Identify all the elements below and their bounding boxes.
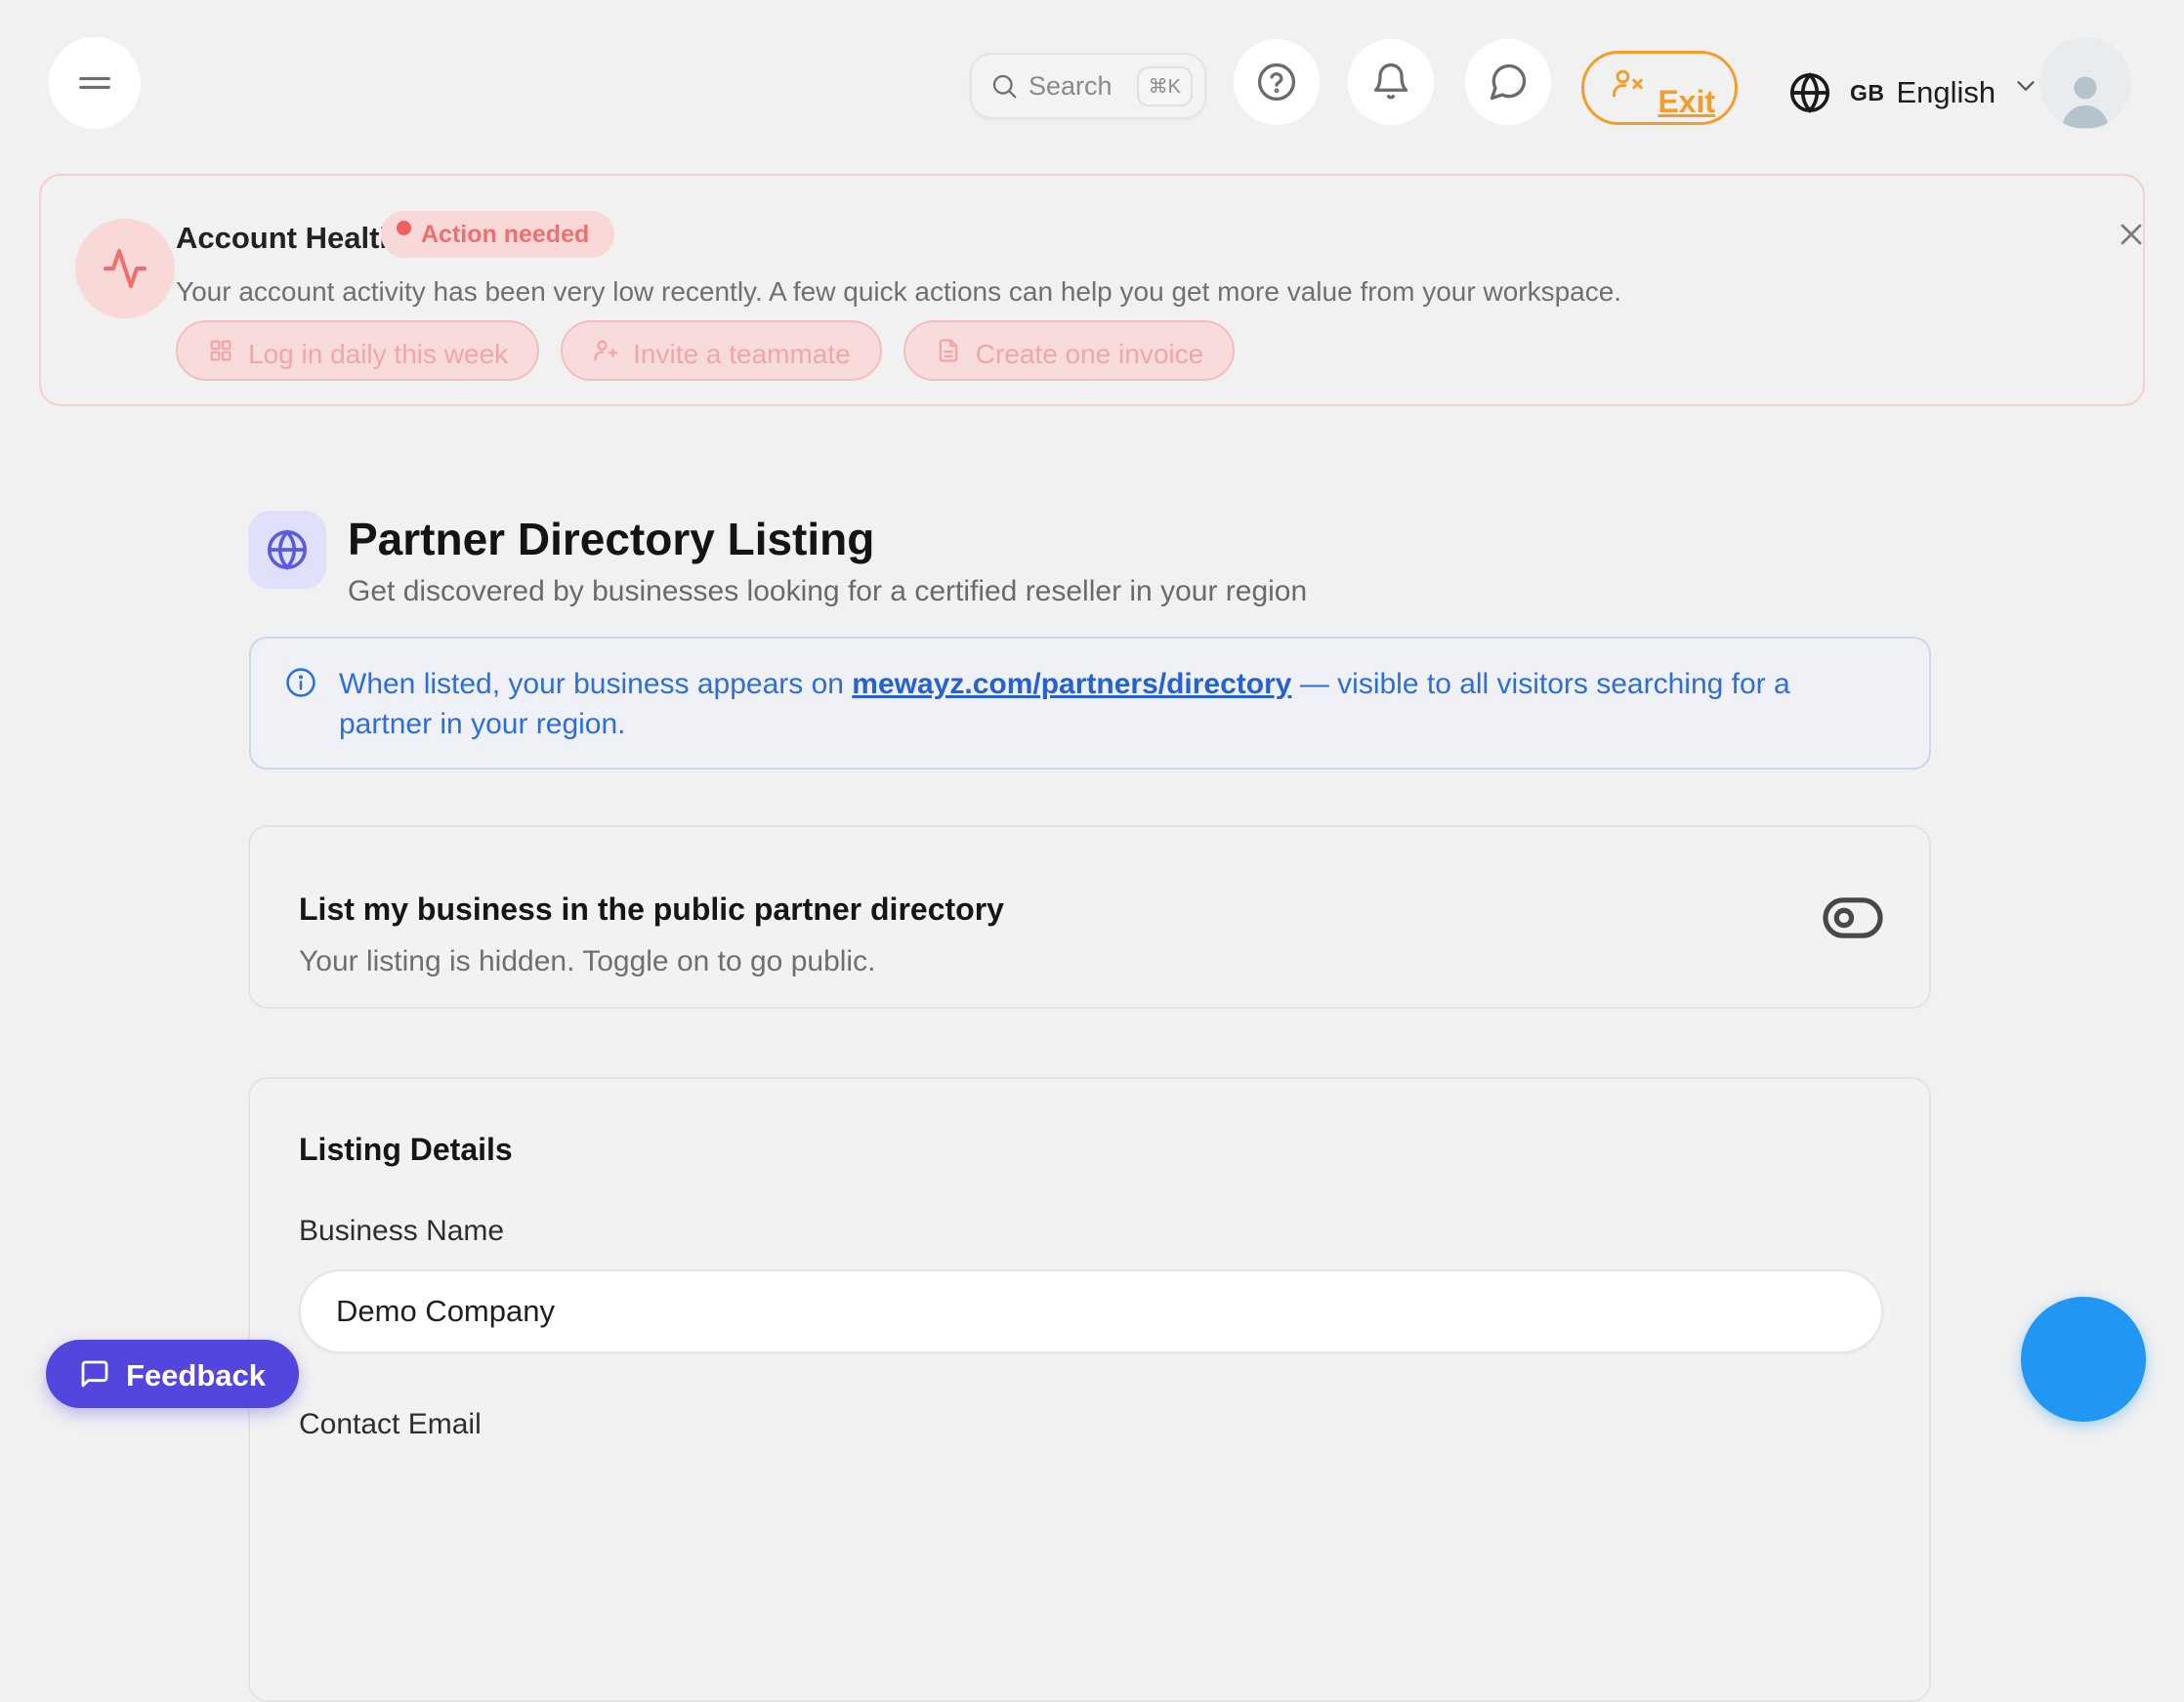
feedback-button[interactable]: Feedback [46, 1340, 299, 1408]
feedback-button-label: Feedback [126, 1354, 266, 1393]
account-health-actions: Log in daily this week Invite a teammate… [176, 320, 1235, 381]
exit-button-label: Exit [1658, 84, 1715, 120]
language-country-code: GB [1850, 80, 1885, 106]
exit-button[interactable]: Exit [1581, 51, 1738, 125]
bell-icon [1369, 61, 1412, 104]
account-health-title: Account Health [176, 221, 398, 256]
notifications-button[interactable] [1348, 39, 1434, 125]
chevron-down-icon [2011, 71, 2040, 101]
globe-tile-icon [248, 511, 326, 589]
page-title: Partner Directory Listing [348, 513, 1307, 565]
search-icon [989, 71, 1019, 101]
person-icon [2053, 68, 2118, 129]
floating-action-button[interactable] [2021, 1297, 2146, 1422]
page-subtitle: Get discovered by businesses looking for… [348, 575, 1307, 608]
globe-icon [1787, 70, 1832, 115]
action-label: Log in daily this week [248, 331, 508, 370]
visibility-card-title: List my business in the public partner d… [299, 892, 1884, 928]
listing-details-card: Listing Details Business Name Contact Em… [248, 1077, 1931, 1702]
help-icon [1255, 61, 1298, 104]
user-plus-icon [592, 337, 619, 364]
visibility-card-subtitle: Your listing is hidden. Toggle on to go … [299, 945, 1884, 978]
activity-icon [75, 219, 175, 318]
action-log-in-daily[interactable]: Log in daily this week [176, 320, 539, 381]
action-create-invoice[interactable]: Create one invoice [903, 320, 1235, 381]
contact-email-label: Contact Email [299, 1408, 1880, 1441]
banner-close-button[interactable] [2102, 205, 2161, 264]
toggle-off-icon [1822, 895, 1884, 940]
chat-button[interactable] [1465, 39, 1551, 125]
status-dot [397, 221, 411, 235]
menu-button[interactable] [49, 37, 141, 129]
search-bar[interactable]: ⌘K [970, 53, 1206, 119]
user-x-icon [1610, 66, 1645, 102]
directory-visibility-toggle[interactable] [1822, 895, 1884, 940]
hamburger-icon [72, 61, 117, 105]
grid-icon [207, 337, 234, 364]
info-banner-text: When listed, your business appears on me… [339, 664, 1890, 744]
close-icon [2114, 217, 2149, 252]
feedback-chat-icon [79, 1358, 110, 1390]
language-label: English [1897, 75, 1996, 110]
search-input[interactable] [1027, 70, 1129, 103]
action-invite-teammate[interactable]: Invite a teammate [561, 320, 882, 381]
help-button[interactable] [1234, 39, 1320, 125]
account-health-description: Your account activity has been very low … [176, 276, 1621, 308]
page-header: Partner Directory Listing Get discovered… [248, 511, 1307, 608]
info-icon [284, 666, 317, 744]
search-shortcut-badge: ⌘K [1137, 66, 1193, 106]
action-label: Create one invoice [976, 331, 1203, 370]
chat-bubble-icon [1487, 61, 1530, 104]
invoice-icon [935, 337, 962, 364]
action-label: Invite a teammate [633, 331, 851, 370]
listing-details-title: Listing Details [299, 1132, 1880, 1168]
directory-link[interactable]: mewayz.com/partners/directory [852, 668, 1291, 700]
action-needed-badge: Action needed [381, 211, 614, 258]
info-text-before: When listed, your business appears on [339, 668, 852, 700]
user-avatar[interactable] [2039, 37, 2131, 129]
business-name-input[interactable] [299, 1269, 1883, 1353]
visibility-card: List my business in the public partner d… [248, 825, 1931, 1009]
info-banner: When listed, your business appears on me… [249, 637, 1931, 769]
language-selector[interactable]: GB English [1787, 59, 2040, 127]
business-name-label: Business Name [299, 1215, 1880, 1248]
account-health-banner: Account Health Action needed Your accoun… [39, 174, 2145, 406]
action-needed-badge-label: Action needed [421, 221, 589, 249]
